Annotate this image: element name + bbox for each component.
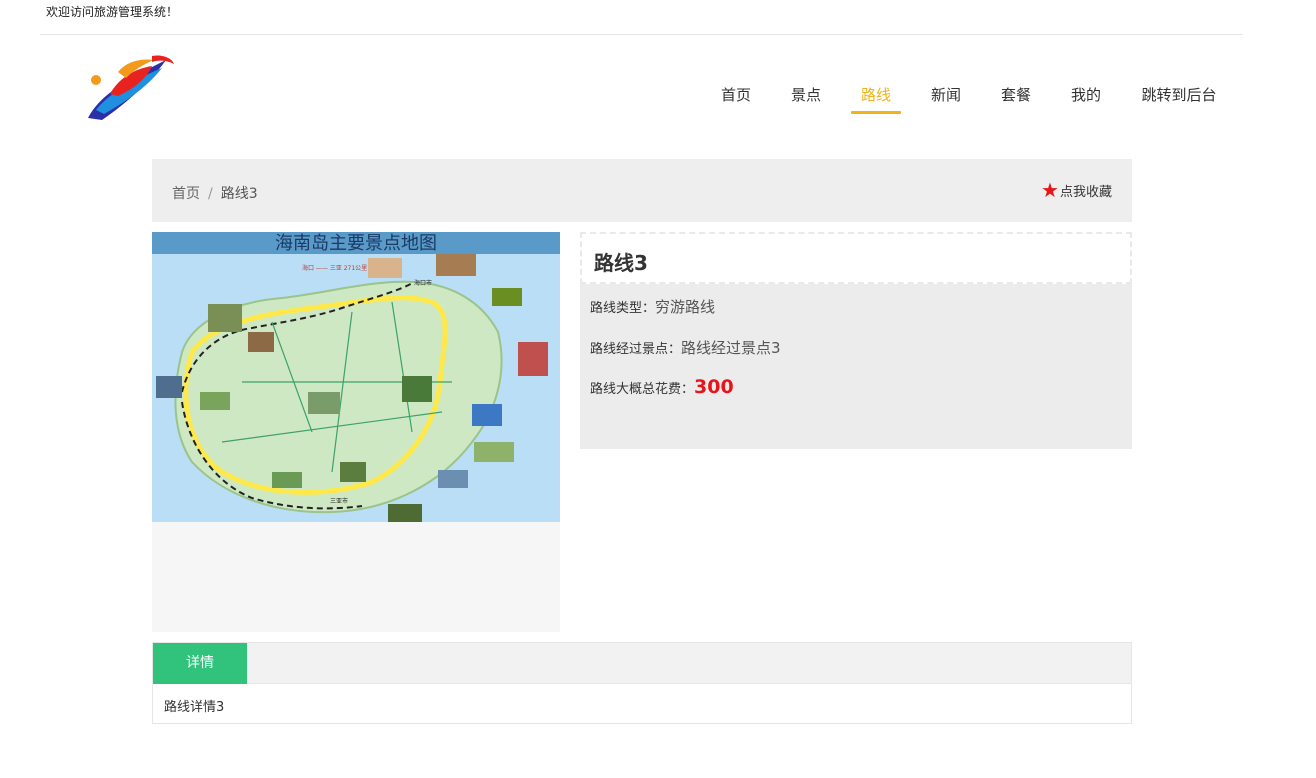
breadcrumb-separator: / <box>208 186 213 202</box>
route-cost-value: 300 <box>694 376 734 398</box>
tab-content: 路线详情3 <box>164 700 225 715</box>
nav-news[interactable]: 新闻 <box>931 84 961 114</box>
breadcrumb-current: 路线3 <box>220 186 258 202</box>
nav-routes[interactable]: 路线 <box>851 84 901 114</box>
nav-attractions[interactable]: 景点 <box>791 84 821 114</box>
nav-mine[interactable]: 我的 <box>1071 84 1101 114</box>
nav-admin[interactable]: 跳转到后台 <box>1141 84 1217 114</box>
route-spots-label: 路线经过景点： <box>590 342 682 357</box>
route-title-box: 路线3 <box>580 232 1132 284</box>
header-divider <box>40 34 1243 35</box>
route-type-value: 穷游路线 <box>655 298 716 316</box>
route-info-panel: 路线3 路线类型：穷游路线 路线经过景点：路线经过景点3 路线大概总花费：300 <box>580 232 1132 449</box>
map-city-bottom: 三亚市 <box>330 497 348 505</box>
nav-packages[interactable]: 套餐 <box>1001 84 1031 114</box>
tab-detail[interactable]: 详情 <box>153 643 247 684</box>
main-nav: 首页 景点 路线 新闻 套餐 我的 跳转到后台 <box>0 84 1316 114</box>
breadcrumb: 首页 / 路线3 <box>172 183 258 203</box>
map-title: 海南岛主要景点地图 <box>275 233 437 254</box>
route-cost-row: 路线大概总花费：300 <box>590 376 734 398</box>
tab-header: 详情 <box>153 643 1131 684</box>
route-cost-label: 路线大概总花费： <box>590 382 695 397</box>
nav-home[interactable]: 首页 <box>721 84 751 114</box>
favorite-button[interactable]: ★ 点我收藏 <box>1041 180 1112 200</box>
breadcrumb-home[interactable]: 首页 <box>172 186 200 202</box>
welcome-text: 欢迎访问旅游管理系统！ <box>46 5 179 19</box>
route-type-label: 路线类型： <box>590 301 656 316</box>
favorite-label: 点我收藏 <box>1059 184 1112 200</box>
route-type-row: 路线类型：穷游路线 <box>590 296 715 317</box>
route-map-image: 海南岛主要景点地图 海口 —— 三亚 271公里 海口市 三亚市 <box>152 232 560 522</box>
route-spots-row: 路线经过景点：路线经过景点3 <box>590 337 781 358</box>
route-spots-value: 路线经过景点3 <box>681 339 781 357</box>
breadcrumb-bar: 首页 / 路线3 ★ 点我收藏 <box>152 159 1132 222</box>
map-city-top: 海口市 <box>414 279 432 287</box>
route-image-panel: 海南岛主要景点地图 海口 —— 三亚 271公里 海口市 三亚市 <box>152 232 560 632</box>
detail-tabs: 详情 路线详情3 <box>152 642 1132 724</box>
route-title: 路线3 <box>594 251 648 275</box>
star-icon: ★ <box>1041 178 1059 202</box>
map-legend: 海口 —— 三亚 271公里 <box>302 264 367 272</box>
